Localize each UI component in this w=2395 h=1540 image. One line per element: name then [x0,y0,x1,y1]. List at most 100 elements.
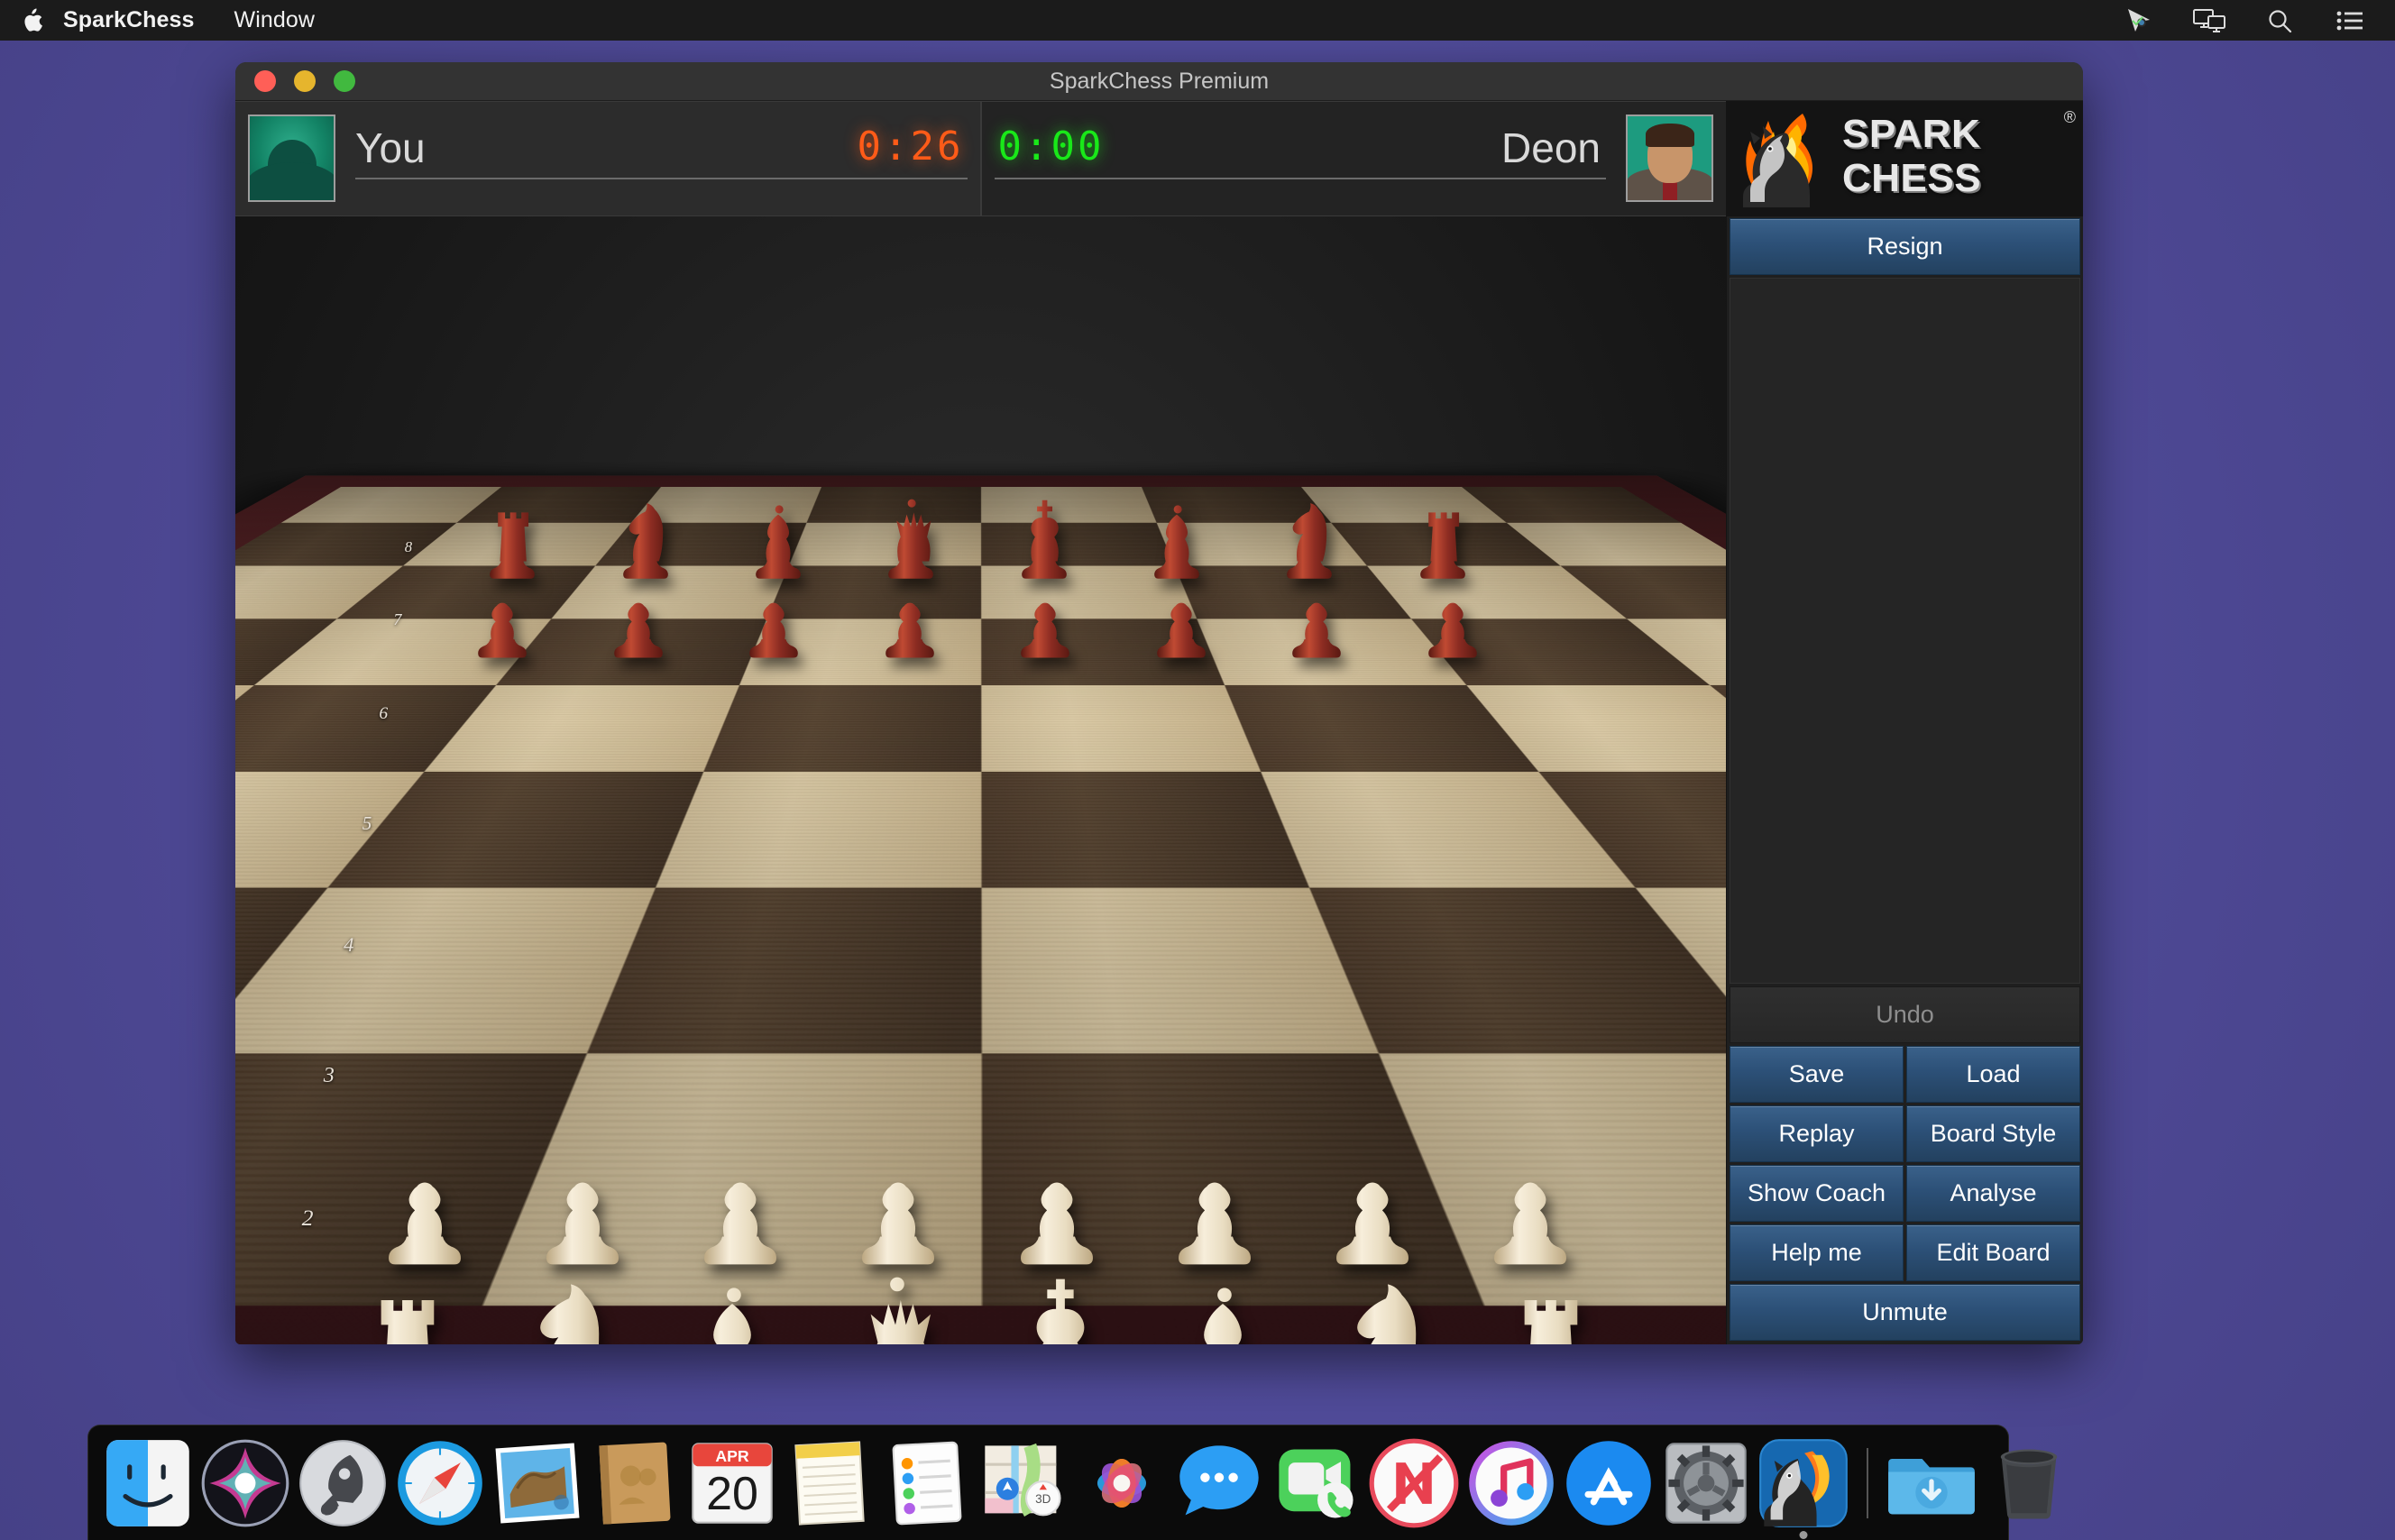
board-square-b3[interactable] [235,771,424,888]
board-square-c3[interactable] [326,771,702,888]
contacts-icon[interactable] [588,1436,682,1530]
close-button[interactable] [254,70,276,92]
board-square-c4[interactable] [423,684,739,772]
board-style-button[interactable]: Board Style [1906,1105,2080,1162]
board-square-e3[interactable] [980,771,1308,888]
board-square-g2[interactable] [1634,887,1726,1053]
logo-wordmark: SPARK CHESS [1842,112,1981,200]
clock-black: 0:00 [997,124,1105,170]
board-square-f1[interactable] [1376,1052,1726,1306]
replay-button[interactable]: Replay [1730,1105,1904,1162]
board-square-h4[interactable] [1708,684,1726,772]
app-body: You 0:26 Deon 0:00 8 7 6 5 4 3 2 SPARK C… [235,101,2083,1344]
unmute-button[interactable]: Unmute [1730,1284,2080,1341]
downloads-folder-icon[interactable] [1885,1436,1978,1530]
board-square-d4[interactable] [702,684,981,772]
board-square-f5[interactable] [1195,619,1466,685]
board-square-h7[interactable] [1505,522,1726,566]
itunes-icon[interactable] [1464,1436,1558,1530]
finder-icon[interactable] [101,1436,195,1530]
board-square-b4[interactable] [235,684,496,772]
board-square-a4[interactable] [235,684,253,772]
news-icon[interactable] [1367,1436,1461,1530]
facetime-icon[interactable] [1270,1436,1363,1530]
board-square-c7[interactable] [594,522,806,566]
siri-icon[interactable] [198,1436,292,1530]
board-square-e7[interactable] [980,522,1174,566]
resign-button[interactable]: Resign [1730,218,2080,275]
search-icon[interactable] [2263,7,2296,34]
game-area: You 0:26 Deon 0:00 8 7 6 5 4 3 2 [235,101,1726,1344]
board-square-h5[interactable] [1625,619,1726,685]
board-square-d7[interactable] [787,522,981,566]
menu-bar: SparkChess Window [0,0,2395,41]
board-square-b2[interactable] [235,887,327,1053]
board-square-d3[interactable] [653,771,981,888]
board-surface [235,475,1726,1344]
logo-line2: CHESS [1842,156,1982,200]
board-square-a5[interactable] [235,619,336,685]
board-square-f7[interactable] [1155,522,1367,566]
board-square-g7[interactable] [1330,522,1560,566]
menubar-item-window[interactable]: Window [215,0,335,41]
board-square-g5[interactable] [1410,619,1709,685]
board-square-d1[interactable] [479,1052,981,1306]
board-square-a7[interactable] [235,522,456,566]
notes-icon[interactable] [783,1436,876,1530]
sparkchess-logo: SPARK CHESS ® [1727,101,2083,216]
flaming-knight-icon [1732,108,1849,212]
board-square-e4[interactable] [980,684,1260,772]
board-square-e2[interactable] [980,887,1377,1053]
window-titlebar[interactable]: SparkChess Premium [235,62,2083,101]
photos-icon[interactable] [1075,1436,1169,1530]
board-square-e1[interactable] [980,1052,1482,1306]
board-square-b7[interactable] [401,522,631,566]
show-coach-button[interactable]: Show Coach [1730,1165,1904,1222]
move-list-panel[interactable] [1730,278,2080,984]
reminders-icon[interactable] [880,1436,974,1530]
board-square-e5[interactable] [980,619,1224,685]
avatar[interactable] [248,115,335,202]
maps-3d-badge: 3D [1035,1491,1051,1505]
analyse-button[interactable]: Analyse [1906,1165,2080,1222]
trash-icon[interactable] [1982,1436,2076,1530]
system-preferences-icon[interactable] [1659,1436,1753,1530]
rank-label-7: 7 [393,610,402,629]
board-square-g4[interactable] [1465,684,1726,772]
action-button-grid: Save Load Replay Board Style Show Coach … [1727,1043,2083,1281]
control-center-icon[interactable] [2334,7,2366,34]
maximize-button[interactable] [334,70,355,92]
load-button[interactable]: Load [1906,1046,2080,1103]
screen-mirroring-icon[interactable] [2193,7,2225,34]
board-square-g3[interactable] [1537,771,1726,888]
mail-icon[interactable] [491,1436,584,1530]
player-panel-white: You 0:26 [235,101,981,216]
calendar-day-label: 20 [706,1468,758,1520]
board-square-c2[interactable] [235,887,654,1053]
maps-icon[interactable]: 3D [977,1436,1071,1530]
board-square-f3[interactable] [1259,771,1635,888]
airplay-cursor-icon[interactable] [2123,7,2155,34]
board-square-f2[interactable] [1308,887,1726,1053]
board-square-d5[interactable] [738,619,981,685]
help-me-button[interactable]: Help me [1730,1224,1904,1281]
messages-icon[interactable] [1172,1436,1266,1530]
board-square-f4[interactable] [1223,684,1538,772]
board-square-c1[interactable] [235,1052,585,1306]
avatar[interactable] [1626,115,1713,202]
save-button[interactable]: Save [1730,1046,1904,1103]
chess-board[interactable]: 87654321abcdefgh [235,216,1726,1344]
sparkchess-icon[interactable] [1757,1436,1850,1539]
edit-board-button[interactable]: Edit Board [1906,1224,2080,1281]
board-square-b5[interactable] [252,619,551,685]
board-square-d2[interactable] [584,887,981,1053]
calendar-icon[interactable]: APR 20 [685,1436,779,1530]
menubar-app-name[interactable]: SparkChess [43,0,215,41]
safari-icon[interactable] [393,1436,487,1530]
undo-button[interactable]: Undo [1730,986,2080,1043]
app-store-icon[interactable] [1562,1436,1656,1530]
launchpad-icon[interactable] [296,1436,390,1530]
minimize-button[interactable] [294,70,316,92]
board-square-c5[interactable] [495,619,766,685]
apple-logo-icon[interactable] [20,7,43,34]
